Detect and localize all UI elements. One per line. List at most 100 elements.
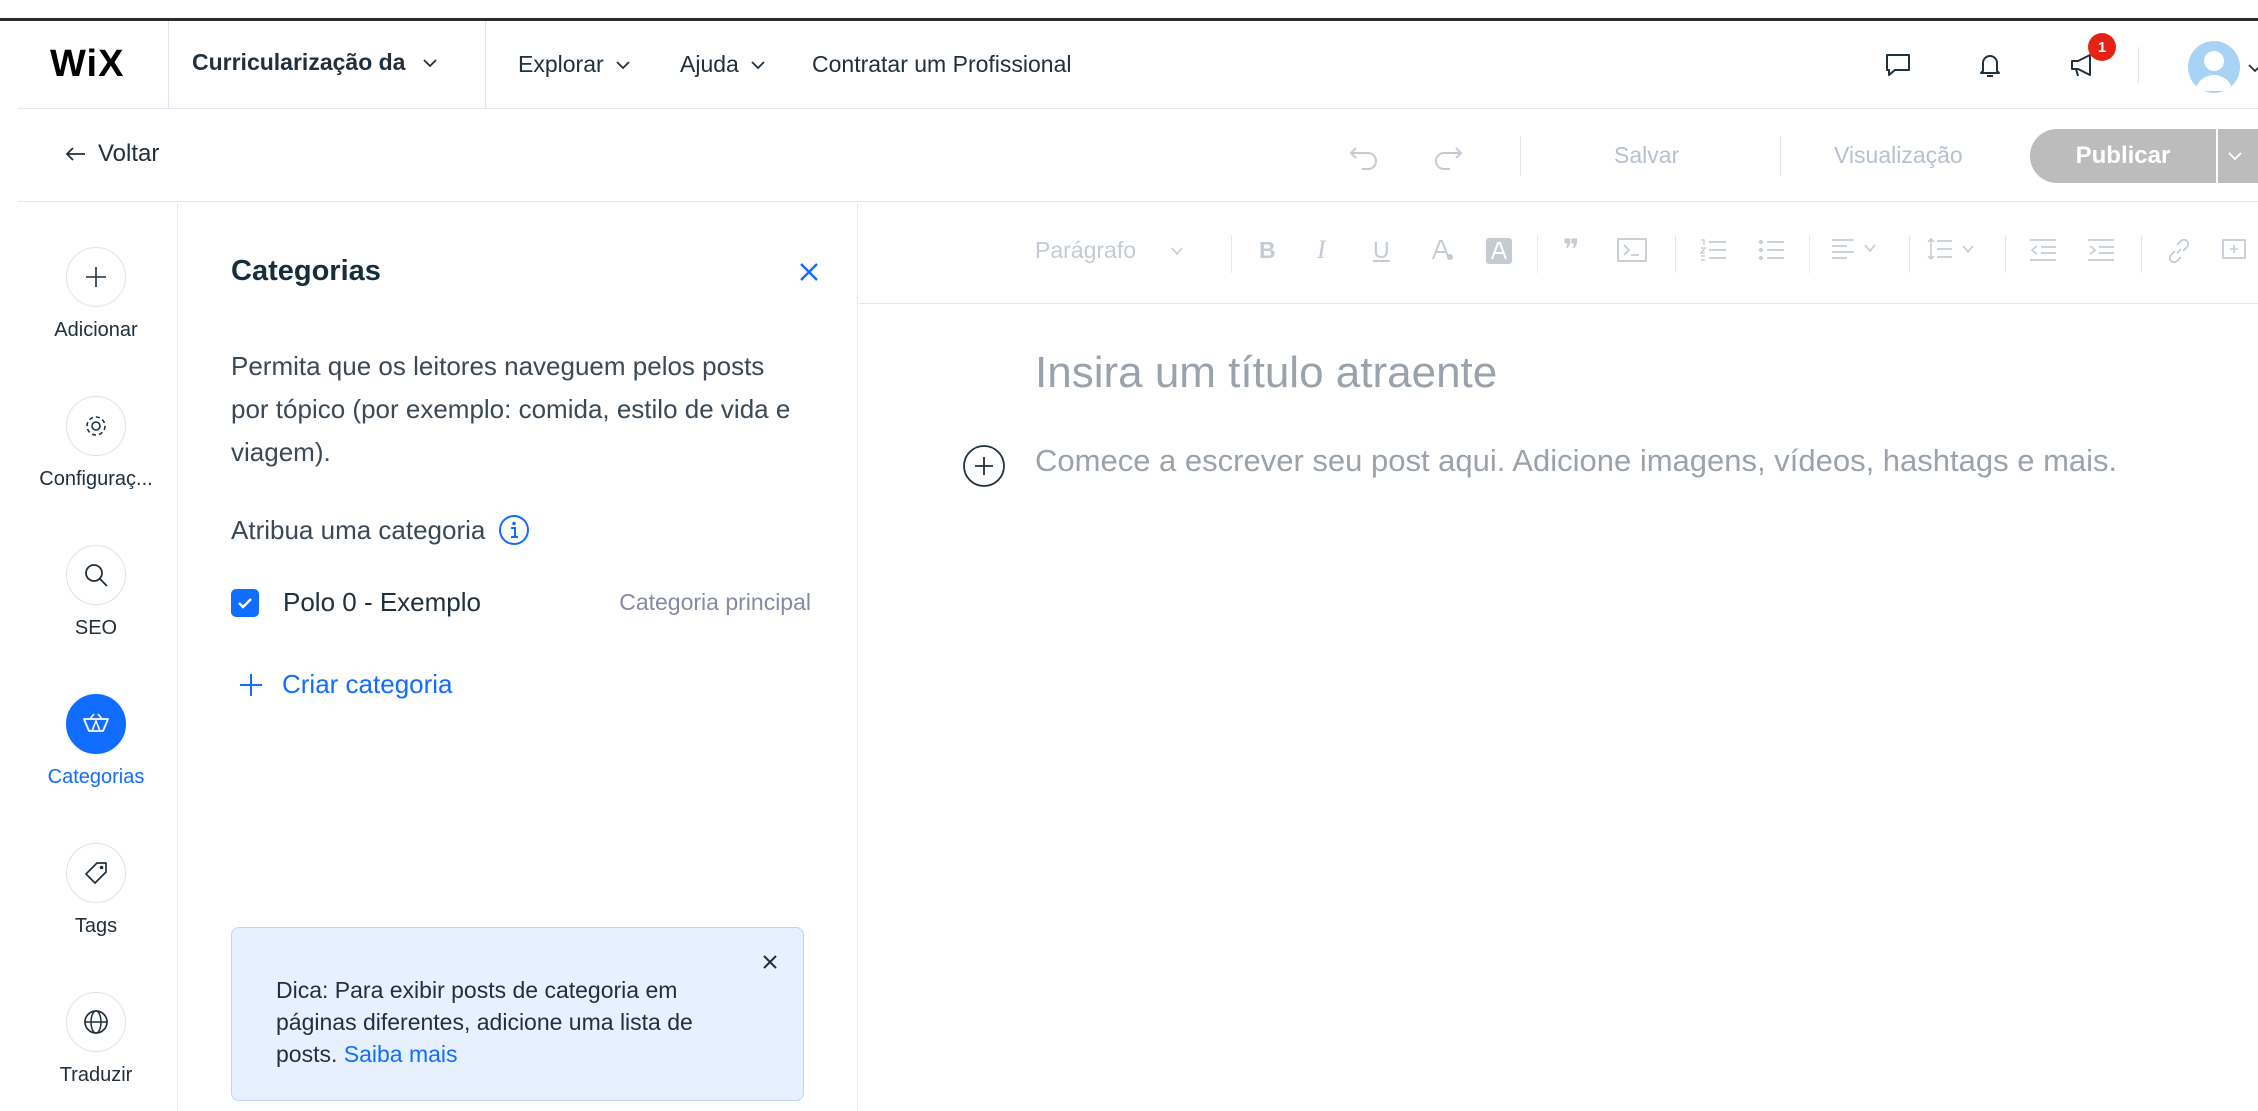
bold-icon[interactable]: B xyxy=(1259,237,1276,264)
site-selector[interactable]: Curricularização da xyxy=(192,49,439,76)
back-button[interactable]: Voltar xyxy=(64,140,159,168)
avatar[interactable] xyxy=(2188,41,2240,93)
chat-icon[interactable] xyxy=(1880,47,1916,83)
chevron-down-icon[interactable] xyxy=(2226,147,2244,165)
chevron-down-icon xyxy=(1863,241,1877,255)
publish-button[interactable]: Publicar xyxy=(2030,129,2258,183)
nav-explore[interactable]: Explorar xyxy=(518,51,632,78)
divider xyxy=(1909,235,1910,273)
redo-icon[interactable] xyxy=(1430,138,1466,174)
info-icon[interactable] xyxy=(497,513,531,547)
chevron-down-icon xyxy=(749,56,767,74)
highlight-icon[interactable] xyxy=(1485,237,1513,265)
line-spacing-select[interactable] xyxy=(1927,237,1975,261)
gear-icon xyxy=(66,396,126,456)
align-select[interactable] xyxy=(1831,237,1877,259)
divider xyxy=(2216,129,2218,183)
insert-box-icon[interactable] xyxy=(2221,237,2247,263)
rail-label-categories: Categorias xyxy=(47,766,145,788)
underline-icon[interactable]: U xyxy=(1373,237,1390,264)
chevron-down-icon xyxy=(421,54,439,72)
category-name: Polo 0 - Exemplo xyxy=(283,587,481,617)
paragraph-select-label: Parágrafo xyxy=(1035,237,1137,263)
nav-hire-professional[interactable]: Contratar um Profissional xyxy=(812,51,1072,78)
nav-explore-label: Explorar xyxy=(518,51,604,77)
rail-label-tags: Tags xyxy=(74,915,118,937)
search-icon xyxy=(66,545,126,605)
numbered-list-icon[interactable] xyxy=(1699,237,1727,263)
tip-body: Dica: Para exibir posts de categoria em … xyxy=(276,977,693,1067)
code-block-icon[interactable] xyxy=(1617,237,1647,263)
panel-description: Permita que os leitores naveguem pelos p… xyxy=(231,351,791,467)
editor-toolbar: Voltar Salvar Visualização Publicar xyxy=(18,110,2258,202)
globe-icon xyxy=(66,992,126,1052)
paragraph-select[interactable]: Parágrafo xyxy=(1035,237,1184,264)
quote-icon[interactable]: ❞ xyxy=(1563,233,1579,266)
italic-icon[interactable]: I xyxy=(1317,235,1326,265)
assign-label: Atribua uma categoria xyxy=(231,514,486,545)
nav-help[interactable]: Ajuda xyxy=(680,51,767,78)
plus-icon xyxy=(66,247,126,307)
divider xyxy=(1675,235,1676,273)
categories-icon xyxy=(66,694,126,754)
divider xyxy=(1780,136,1781,176)
nav-help-label: Ajuda xyxy=(680,51,739,77)
post-title-input[interactable]: Insira um título atraente xyxy=(1035,348,1497,398)
decrease-indent-icon[interactable] xyxy=(2029,237,2057,263)
post-body-input[interactable]: Comece a escrever seu post aqui. Adicion… xyxy=(1035,443,2117,479)
chevron-down-icon xyxy=(1170,244,1184,258)
tag-icon xyxy=(66,843,126,903)
wix-logo[interactable]: WiX xyxy=(50,43,124,86)
category-row: Polo 0 - Exemplo Categoria principal xyxy=(231,587,811,618)
top-border xyxy=(0,0,2258,21)
notification-badge: 1 xyxy=(2088,33,2116,61)
create-category-button[interactable]: Criar categoria xyxy=(238,669,453,700)
create-category-label: Criar categoria xyxy=(282,669,453,699)
chevron-down-icon[interactable] xyxy=(2246,59,2258,77)
close-icon[interactable] xyxy=(794,257,824,287)
categories-panel: Categorias Permita que os leitores naveg… xyxy=(178,203,858,1111)
add-block-icon[interactable] xyxy=(962,444,1006,488)
divider xyxy=(1520,136,1521,176)
panel-title: Categorias xyxy=(231,255,381,287)
undo-icon[interactable] xyxy=(1346,138,1382,174)
divider xyxy=(2005,235,2006,273)
learn-more-link[interactable]: Saiba mais xyxy=(344,1041,458,1067)
rail-item-add[interactable]: Adicionar xyxy=(18,247,174,342)
link-icon[interactable] xyxy=(2165,237,2193,265)
site-name: Curricularização da xyxy=(192,49,406,75)
divider xyxy=(2138,47,2139,83)
chevron-down-icon xyxy=(614,56,632,74)
main-category-tag[interactable]: Categoria principal xyxy=(619,589,811,616)
left-rail: Adicionar Configuraç... SEO Categorias T… xyxy=(18,203,178,1111)
rail-item-tags[interactable]: Tags xyxy=(18,843,174,938)
rail-item-settings[interactable]: Configuraç... xyxy=(18,396,174,491)
save-button[interactable]: Salvar xyxy=(1614,142,1679,169)
divider xyxy=(168,21,169,109)
publish-label: Publicar xyxy=(2075,142,2171,169)
divider xyxy=(1809,235,1810,273)
text-color-icon[interactable] xyxy=(1429,237,1455,263)
preview-button[interactable]: Visualização xyxy=(1834,142,1963,169)
divider xyxy=(485,21,486,109)
rail-item-categories[interactable]: Categorias xyxy=(18,694,174,789)
category-checkbox[interactable] xyxy=(231,588,259,617)
divider xyxy=(2141,235,2142,273)
divider xyxy=(1231,235,1232,273)
rail-item-translate[interactable]: Traduzir xyxy=(18,992,174,1087)
rail-item-seo[interactable]: SEO xyxy=(18,545,174,640)
chevron-down-icon xyxy=(1961,242,1975,256)
tip-text: Dica: Para exibir posts de categoria em … xyxy=(276,974,746,1070)
rail-label-seo: SEO xyxy=(74,617,118,639)
tip-box: Dica: Para exibir posts de categoria em … xyxy=(231,927,804,1101)
assign-category-heading: Atribua uma categoria xyxy=(231,513,531,547)
increase-indent-icon[interactable] xyxy=(2087,237,2115,263)
top-header: WiX Curricularização da Explorar Ajuda C… xyxy=(18,21,2258,109)
back-label: Voltar xyxy=(98,140,160,167)
align-left-icon xyxy=(1831,237,1855,259)
close-icon[interactable] xyxy=(760,952,780,972)
bullet-list-icon[interactable] xyxy=(1757,237,1785,263)
format-toolbar: Parágrafo B I U ❞ xyxy=(859,203,2258,304)
line-spacing-icon xyxy=(1927,237,1953,261)
bell-icon[interactable] xyxy=(1972,47,2008,83)
